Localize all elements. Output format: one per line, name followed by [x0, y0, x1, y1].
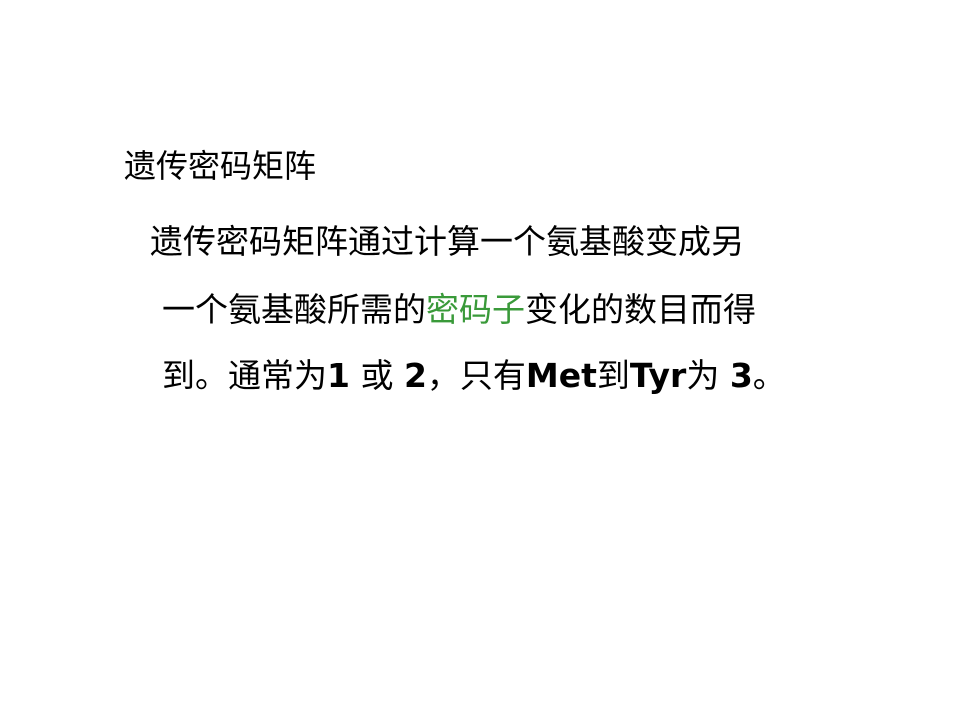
paragraph-line-2: 一个氨基酸所需的密码子变化的数目而得 — [162, 290, 756, 330]
line-3-text-5: 为 — [686, 356, 730, 395]
line-3-text-4: 到 — [596, 356, 630, 395]
slide: 遗传密码矩阵 遗传密码矩阵通过计算一个氨基酸变成另 一个氨基酸所需的密码子变化的… — [0, 0, 960, 720]
line-3-text-1: 到。通常为 — [162, 356, 327, 395]
number-two: 2 — [403, 356, 427, 395]
paragraph-line-3: 到。通常为1 或 2，只有Met到Tyr为 3。 — [162, 356, 786, 396]
line-2-text-after: 变化的数目而得 — [525, 290, 756, 329]
line-3-text-2: 或 — [349, 356, 404, 395]
met-label: Met — [525, 356, 597, 395]
number-three: 3 — [729, 356, 753, 395]
paragraph-line-1: 遗传密码矩阵通过计算一个氨基酸变成另 — [150, 222, 744, 261]
slide-heading: 遗传密码矩阵 — [124, 147, 317, 185]
line-3-text-6: 。 — [752, 356, 786, 395]
line-3-text-3: ，只有 — [426, 356, 526, 395]
codon-highlight: 密码子 — [426, 290, 525, 329]
tyr-label: Tyr — [629, 356, 687, 395]
number-one: 1 — [327, 356, 350, 395]
line-2-text-before: 一个氨基酸所需的 — [162, 290, 426, 329]
